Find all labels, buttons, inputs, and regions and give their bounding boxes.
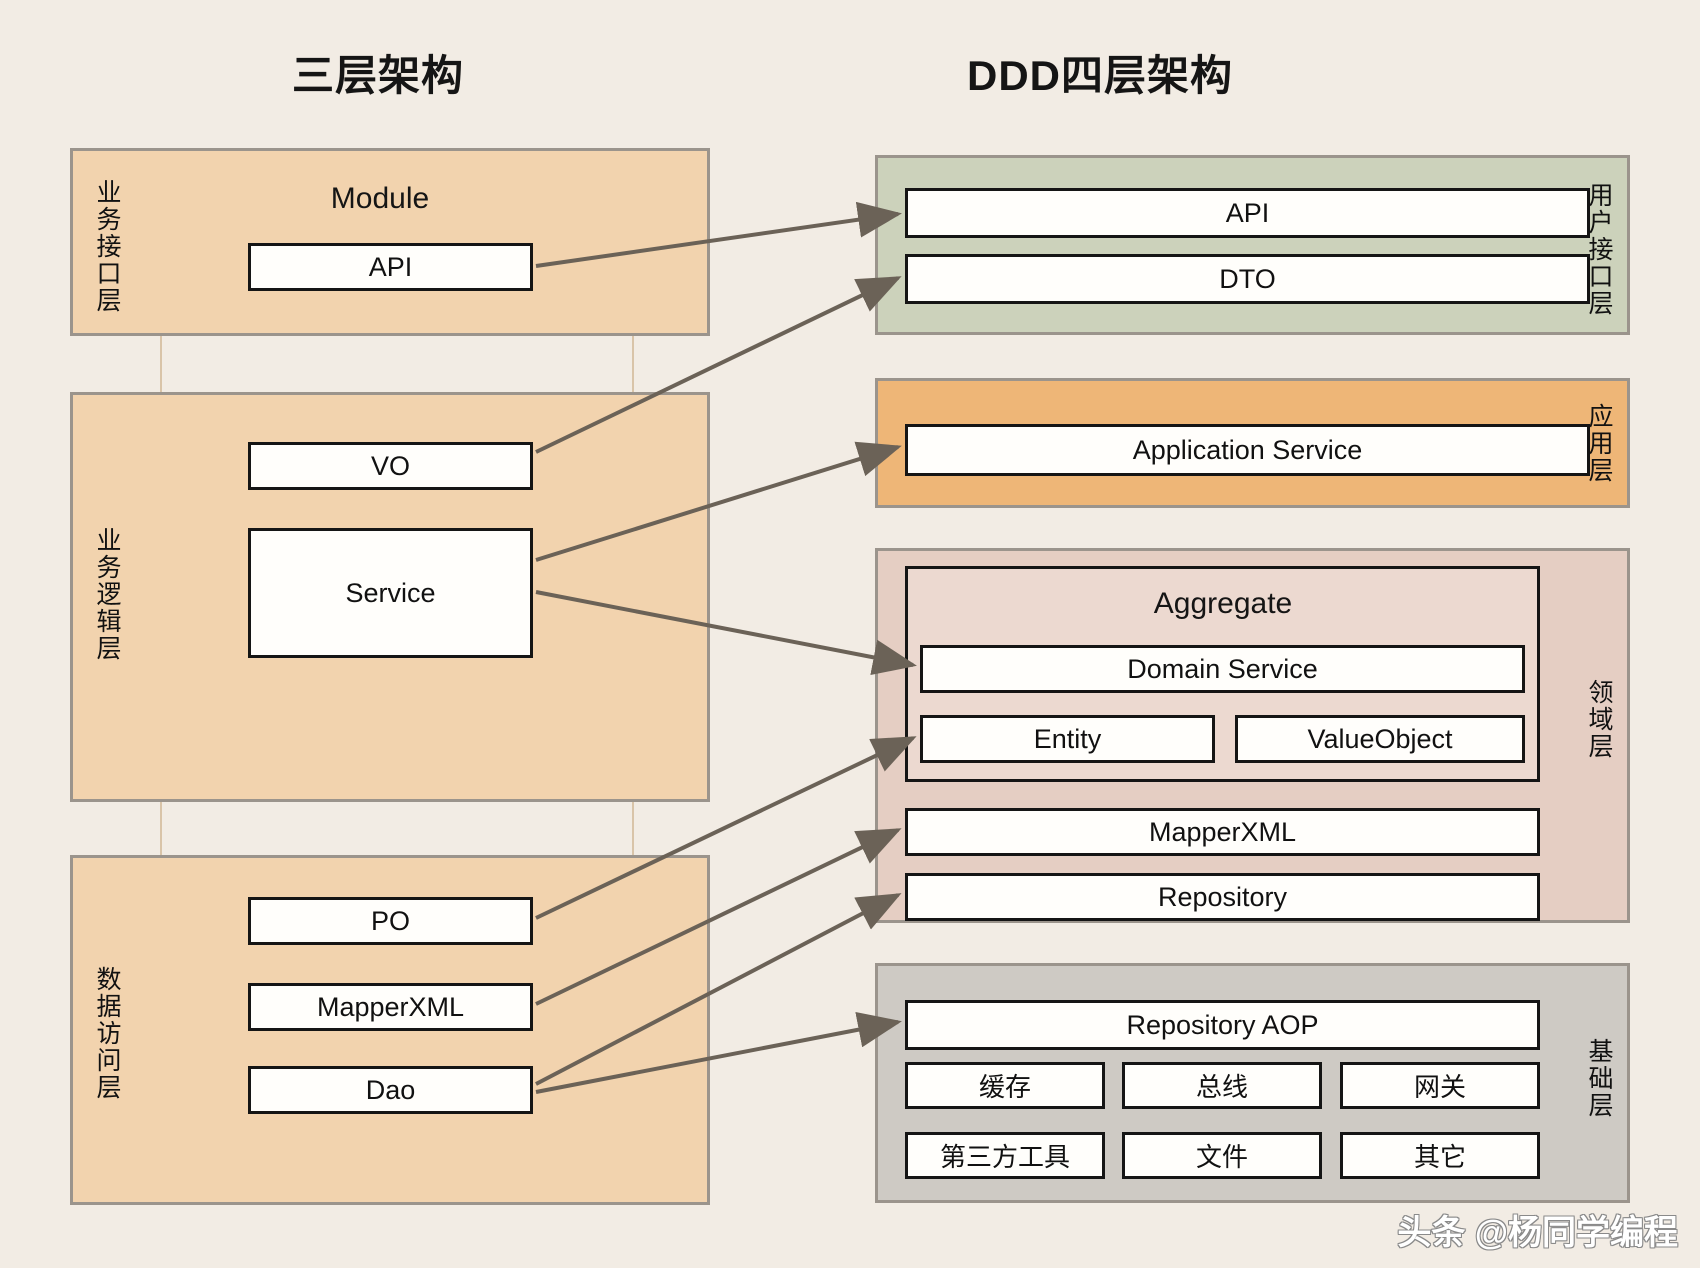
infra-box-cache[interactable]: 缓存 [905,1062,1105,1109]
right-layer-3-side-label: 领域层 [1585,679,1613,760]
infra-box-third-party-tools[interactable]: 第三方工具 [905,1132,1105,1179]
left-layer-1-side-label: 业务接口层 [93,179,121,314]
left-layer-2-side-label: 业务逻辑层 [93,527,121,662]
right-column-title: DDD四层架构 [967,52,1233,99]
infra-box-other[interactable]: 其它 [1340,1132,1540,1179]
left-box-dao[interactable]: Dao [248,1066,533,1114]
left-box-po[interactable]: PO [248,897,533,945]
left-box-vo[interactable]: VO [248,442,533,490]
infra-box-file[interactable]: 文件 [1122,1132,1322,1179]
right-box-mapperxml[interactable]: MapperXML [905,808,1540,856]
watermark: 头条 @杨同学编程 [1397,1214,1678,1252]
right-box-dto[interactable]: DTO [905,254,1590,304]
left-box-mapperxml[interactable]: MapperXML [248,983,533,1031]
aggregate-label: Aggregate [1153,587,1293,620]
right-box-application-service[interactable]: Application Service [905,424,1590,476]
right-box-repository-aop[interactable]: Repository AOP [905,1000,1540,1050]
right-box-entity[interactable]: Entity [920,715,1215,763]
right-box-repository[interactable]: Repository [905,873,1540,921]
left-layer-business-interface: 业务接口层 [70,148,710,336]
left-column-title: 三层架构 [292,52,465,99]
right-box-valueobject[interactable]: ValueObject [1235,715,1525,763]
right-box-api[interactable]: API [905,188,1590,238]
infra-box-gateway[interactable]: 网关 [1340,1062,1540,1109]
left-box-service[interactable]: Service [248,528,533,658]
diagram-canvas: 三层架构 DDD四层架构 业务接口层 Module API 业务逻辑层 VO S… [0,0,1700,1268]
right-layer-user-interface: 用户接口层 [875,155,1630,335]
right-box-domain-service[interactable]: Domain Service [920,645,1525,693]
infra-box-bus[interactable]: 总线 [1122,1062,1322,1109]
left-layer-3-side-label: 数据访问层 [93,966,121,1101]
left-box-api[interactable]: API [248,243,533,291]
module-label: Module [330,182,430,215]
right-layer-4-side-label: 基础层 [1585,1038,1613,1119]
